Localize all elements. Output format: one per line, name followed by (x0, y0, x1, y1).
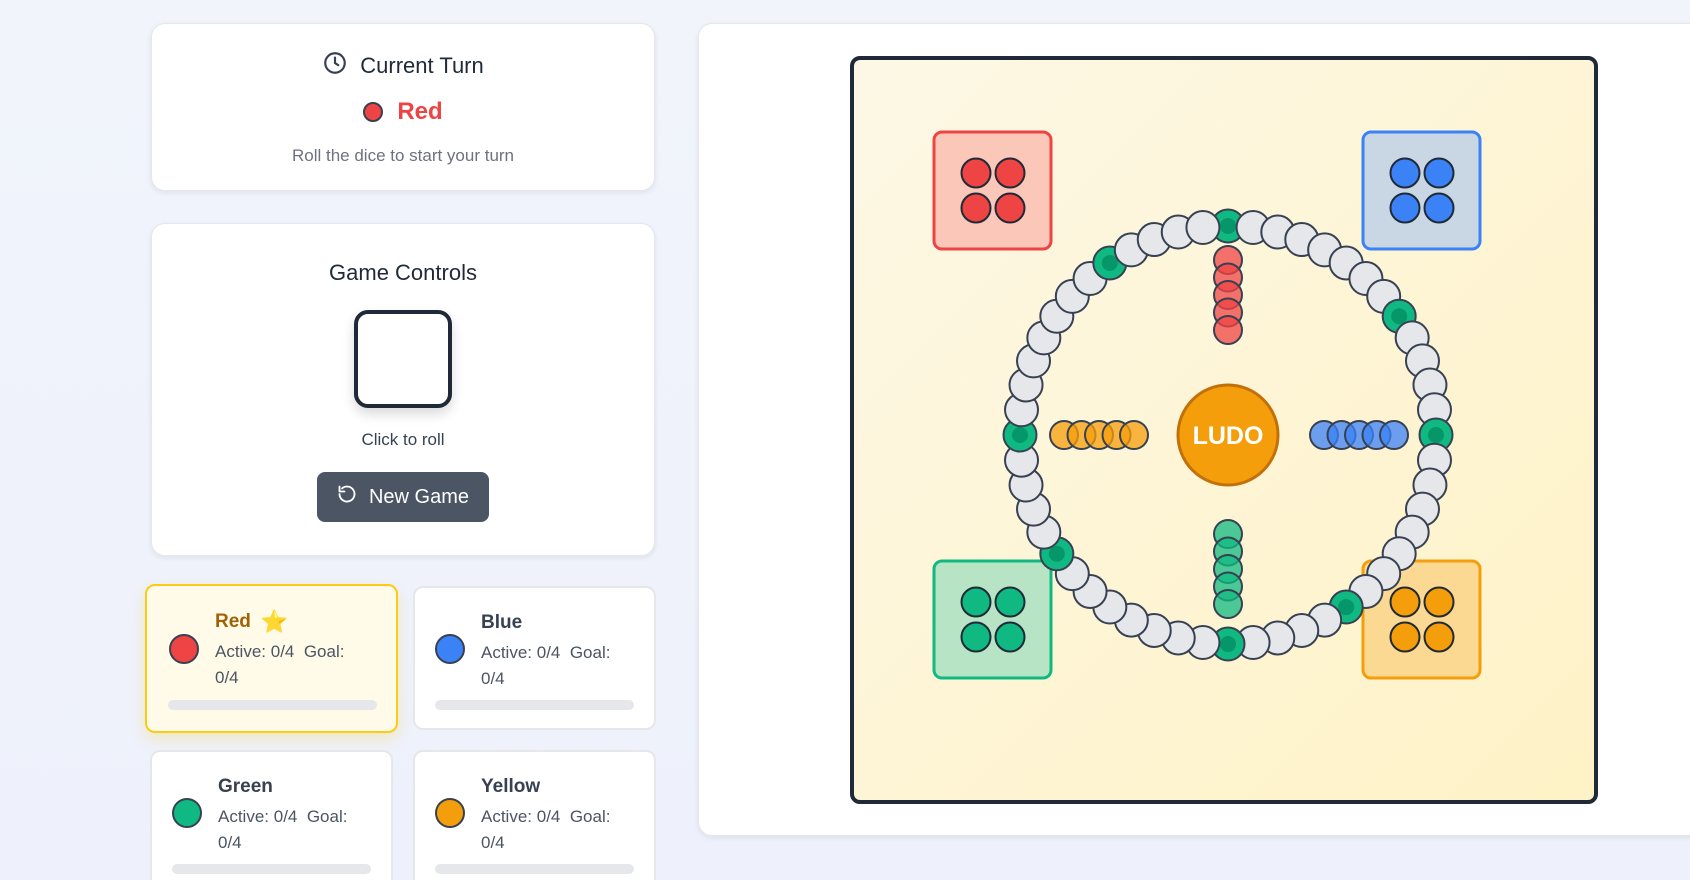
red-piece[interactable] (994, 192, 1026, 224)
current-turn-panel: Current Turn Red Roll the dice to start … (151, 23, 655, 191)
current-player-color-dot (363, 102, 384, 122)
player-stats: Active: 0/4 Goal: 0/4 (218, 804, 368, 856)
ludo-board[interactable]: LUDO (699, 24, 1690, 837)
player-active-count: Active: 0/4 (481, 807, 561, 826)
player-progress-bar (172, 864, 371, 874)
blue-piece[interactable] (1389, 192, 1421, 224)
player-card-blue: Blue Active: 0/4 Goal: 0/4 (413, 586, 656, 730)
player-color-dot (435, 798, 465, 828)
current-player-name: Red (397, 98, 443, 125)
home-yard-blue (1361, 130, 1482, 251)
yellow-piece[interactable] (1389, 586, 1421, 618)
game-controls-panel: Game Controls Click to roll New Game (151, 223, 655, 556)
player-name: Green (218, 776, 273, 797)
dice-button[interactable] (354, 310, 452, 408)
blue-piece[interactable] (1423, 192, 1455, 224)
star-icon: ⭐ (260, 609, 289, 634)
yellow-column-cell (1119, 420, 1149, 450)
green-column-cell (1213, 589, 1243, 619)
player-progress-bar (435, 700, 634, 710)
green-piece[interactable] (994, 621, 1026, 653)
player-name: Red (215, 611, 251, 632)
player-goal-count: 0/4 (481, 669, 505, 688)
home-yard-box (1361, 130, 1482, 251)
player-card-red: Red ⭐ Active: 0/4 Goal: 0/4 (145, 584, 398, 733)
player-color-dot (172, 798, 202, 828)
player-name-row: Yellow (481, 776, 540, 798)
player-card-yellow: Yellow Active: 0/4 Goal: 0/4 (413, 750, 656, 880)
player-stats: Active: 0/4 Goal: 0/4 (481, 640, 631, 692)
player-name-row: Red ⭐ (215, 611, 288, 633)
center-finish: LUDO (1176, 383, 1280, 487)
red-home-column (1213, 245, 1243, 345)
green-piece[interactable] (960, 621, 992, 653)
green-piece[interactable] (960, 586, 992, 618)
blue-column-cell (1379, 420, 1409, 450)
clock-icon (322, 50, 348, 82)
yellow-piece[interactable] (1389, 621, 1421, 653)
player-goal-count: 0/4 (215, 668, 239, 687)
player-name: Yellow (481, 776, 541, 797)
player-progress-bar (168, 700, 377, 710)
yellow-piece[interactable] (1423, 621, 1455, 653)
player-goal-label: Goal: (569, 807, 611, 826)
center-label: LUDO (1193, 422, 1264, 450)
turn-hint: Roll the dice to start your turn (291, 146, 515, 165)
yellow-piece[interactable] (1423, 586, 1455, 618)
player-name-row: Blue (481, 612, 522, 634)
red-piece[interactable] (960, 192, 992, 224)
home-yard-box (932, 130, 1053, 251)
player-card-green: Green Active: 0/4 Goal: 0/4 (150, 750, 393, 880)
restart-icon (337, 484, 357, 510)
blue-piece[interactable] (1389, 157, 1421, 189)
green-home-column (1213, 519, 1243, 619)
player-goal-count: 0/4 (481, 833, 505, 852)
green-piece[interactable] (994, 586, 1026, 618)
track-cell[interactable] (1185, 209, 1221, 245)
player-goal-label: Goal: (569, 643, 611, 662)
player-name: Blue (481, 612, 523, 633)
player-name-row: Green (218, 776, 273, 798)
player-progress-bar (435, 864, 634, 874)
player-goal-label: Goal: (306, 807, 348, 826)
home-yard-green (932, 559, 1053, 680)
player-goal-label: Goal: (303, 642, 345, 661)
red-piece[interactable] (960, 157, 992, 189)
new-game-label: New Game (368, 485, 470, 508)
yellow-home-column (1049, 420, 1149, 450)
red-piece[interactable] (994, 157, 1026, 189)
player-goal-count: 0/4 (218, 833, 242, 852)
blue-home-column (1309, 420, 1409, 450)
player-color-dot (169, 634, 199, 664)
current-player: Red (152, 98, 654, 126)
current-turn-heading: Current Turn (360, 53, 484, 78)
player-active-count: Active: 0/4 (215, 642, 295, 661)
roll-hint: Click to roll (361, 430, 445, 449)
player-active-count: Active: 0/4 (481, 643, 561, 662)
home-yard-box (932, 559, 1053, 680)
board-panel: LUDO (698, 23, 1690, 836)
blue-piece[interactable] (1423, 157, 1455, 189)
home-yard-red (932, 130, 1053, 251)
game-controls-title: Game Controls (329, 260, 477, 285)
player-stats: Active: 0/4 Goal: 0/4 (215, 639, 365, 691)
red-column-cell (1213, 315, 1243, 345)
player-stats: Active: 0/4 Goal: 0/4 (481, 804, 631, 856)
new-game-button[interactable]: New Game (316, 472, 490, 522)
player-active-count: Active: 0/4 (218, 807, 298, 826)
player-color-dot (435, 634, 465, 664)
current-turn-header: Current Turn (152, 50, 654, 82)
